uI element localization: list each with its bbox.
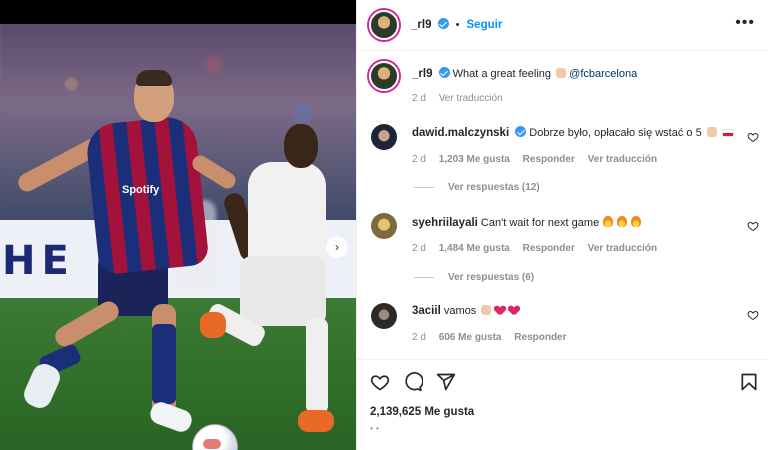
player-1-sock [152, 324, 176, 404]
comment-time: 2 d [412, 332, 426, 343]
comment-meta: 2 d 1,203 Me gusta Responder Ver traducc… [412, 154, 667, 165]
verified-badge-icon [438, 67, 450, 78]
fire-emoji-icon [603, 216, 614, 227]
comment-likes[interactable]: 1,203 Me gusta [439, 154, 510, 165]
player-2-head [284, 124, 318, 168]
post-details-panel: _rl9 • Seguir ••• _rl9 What a great feel… [356, 0, 768, 450]
instagram-post-view: HE N Spotify › _rl9 • Seguir ••• _rl9 Wh… [0, 0, 768, 450]
translate-link[interactable]: Ver traducción [588, 154, 657, 165]
muscle-emoji-icon [481, 305, 492, 315]
poland-flag-emoji-icon [721, 129, 734, 137]
post-media: HE N Spotify › [0, 0, 356, 450]
comment-time: 2 d [412, 154, 426, 165]
comment-likes[interactable]: 1,484 Me gusta [439, 243, 510, 254]
commenter-avatar[interactable] [371, 303, 397, 329]
share-icon[interactable] [436, 372, 456, 392]
caption-meta: 2 d Ver traducción [412, 93, 513, 104]
fire-emoji-icon [617, 216, 628, 227]
header-author-line: _rl9 • Seguir [411, 18, 502, 31]
post-date: • • [370, 424, 380, 433]
heart-icon[interactable] [747, 131, 759, 143]
reply-button[interactable]: Responder [523, 243, 575, 254]
post-header: _rl9 • Seguir ••• [357, 0, 768, 51]
comment-body: dawid.malczynski Dobrze było, opłacało s… [412, 126, 734, 139]
comment-time: 2 d [412, 243, 426, 254]
post-photo: HE N Spotify [0, 24, 356, 450]
shirt-sponsor: Spotify [122, 184, 160, 196]
translate-link[interactable]: Ver traducción [588, 243, 657, 254]
player-2-boot [200, 312, 226, 338]
caption-author-avatar[interactable] [369, 61, 399, 91]
caption-mention-link[interactable]: @fcbarcelona [569, 68, 637, 80]
caption-username[interactable]: _rl9 [412, 68, 432, 80]
follow-button[interactable]: Seguir [467, 19, 503, 31]
reply-button[interactable]: Responder [523, 154, 575, 165]
comment-icon[interactable] [403, 372, 423, 392]
comment-meta: 2 d 606 Me gusta Responder [412, 332, 577, 343]
commenter-avatar[interactable] [371, 213, 397, 239]
comment-meta: 2 d 1,484 Me gusta Responder Ver traducc… [412, 243, 667, 254]
comment-body: 3aciil vamos [412, 305, 519, 317]
player-2-boot [298, 410, 334, 432]
commenter-avatar[interactable] [371, 124, 397, 150]
red-heart-emoji-icon [495, 306, 505, 315]
post-actions-bar [357, 360, 768, 404]
player-2-leg [306, 318, 328, 414]
author-username[interactable]: _rl9 [411, 19, 431, 31]
fire-emoji-icon [631, 216, 642, 227]
view-replies-button[interactable]: Ver respuestas (6) [414, 272, 534, 283]
player-1-hair [136, 70, 172, 86]
player-2-shorts [240, 256, 326, 326]
view-replies-label: Ver respuestas (6) [448, 272, 535, 283]
chevron-right-icon: › [335, 240, 339, 254]
separator-dot: • [455, 19, 460, 31]
comments-list[interactable]: _rl9 What a great feeling @fcbarcelona 2… [357, 51, 768, 360]
caption-text: What a great feeling [452, 68, 552, 80]
replies-divider [414, 277, 434, 278]
view-replies-button[interactable]: Ver respuestas (12) [414, 182, 540, 193]
comment-text: vamos [443, 305, 477, 317]
author-avatar[interactable] [369, 10, 399, 40]
caption-time: 2 d [412, 93, 426, 104]
muscle-emoji-icon [556, 68, 567, 78]
view-replies-label: Ver respuestas (12) [448, 182, 540, 193]
comment-text: Can't wait for next game [480, 217, 600, 229]
replies-divider [414, 187, 434, 188]
next-media-button[interactable]: › [326, 236, 348, 258]
more-options-icon[interactable]: ••• [735, 14, 755, 32]
comment-text: Dobrze było, opłacało się wstać o 5 [529, 127, 702, 139]
verified-badge-icon [437, 18, 449, 29]
heart-icon[interactable] [747, 309, 759, 321]
red-heart-emoji-icon [509, 306, 519, 315]
heart-icon[interactable] [747, 220, 759, 232]
bookmark-icon[interactable] [739, 372, 759, 392]
comment-username[interactable]: 3aciil [412, 305, 441, 317]
comment-body: syehriilayali Can't wait for next game [412, 216, 642, 229]
comment-likes[interactable]: 606 Me gusta [439, 332, 502, 343]
caption: _rl9 What a great feeling @fcbarcelona [412, 67, 637, 80]
caption-translate-link[interactable]: Ver traducción [439, 93, 503, 104]
reply-button[interactable]: Responder [514, 332, 566, 343]
like-count[interactable]: 2,139,625 Me gusta [370, 406, 474, 418]
comment-username[interactable]: dawid.malczynski [412, 127, 509, 139]
like-heart-icon[interactable] [370, 372, 390, 392]
comment-username[interactable]: syehriilayali [412, 217, 478, 229]
muscle-emoji-icon [706, 127, 717, 137]
verified-badge-icon [515, 126, 527, 137]
